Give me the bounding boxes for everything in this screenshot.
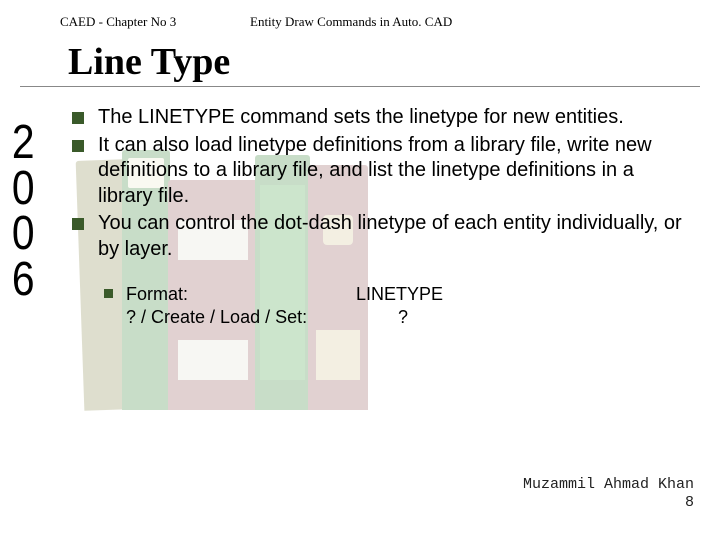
bullet-text: The LINETYPE command sets the linetype f… (98, 106, 624, 128)
header-subject: Entity Draw Commands in Auto. CAD (250, 14, 452, 30)
bullet-item: You can control the dot-dash linetype of… (68, 211, 690, 262)
year-digit: 0 (12, 166, 33, 212)
bullet-text: You can control the dot-dash linetype of… (98, 212, 682, 260)
slide-footer: Muzammil Ahmad Khan 8 (523, 476, 694, 512)
year-sidebar: 2 0 0 6 (10, 120, 35, 302)
format-label: Format: (126, 283, 356, 306)
bullet-text: It can also load linetype definitions fr… (98, 134, 652, 207)
year-digit: 6 (12, 257, 33, 303)
format-value: LINETYPE (356, 283, 443, 306)
year-digit: 0 (12, 211, 33, 257)
format-response: ? (356, 306, 408, 329)
format-prompt: ? / Create / Load / Set: (126, 306, 356, 329)
sub-bullet-item: Format: LINETYPE ? / Create / Load / Set… (102, 283, 690, 329)
page-number: 8 (523, 494, 694, 512)
slide-header: CAED - Chapter No 3 Entity Draw Commands… (0, 0, 720, 34)
year-digit: 2 (12, 120, 33, 166)
bullet-item: The LINETYPE command sets the linetype f… (68, 105, 690, 131)
author-name: Muzammil Ahmad Khan (523, 476, 694, 494)
slide-title: Line Type (20, 34, 700, 87)
header-chapter: CAED - Chapter No 3 (60, 14, 250, 30)
slide-body: The LINETYPE command sets the linetype f… (0, 105, 720, 329)
bullet-item: It can also load linetype definitions fr… (68, 133, 690, 210)
